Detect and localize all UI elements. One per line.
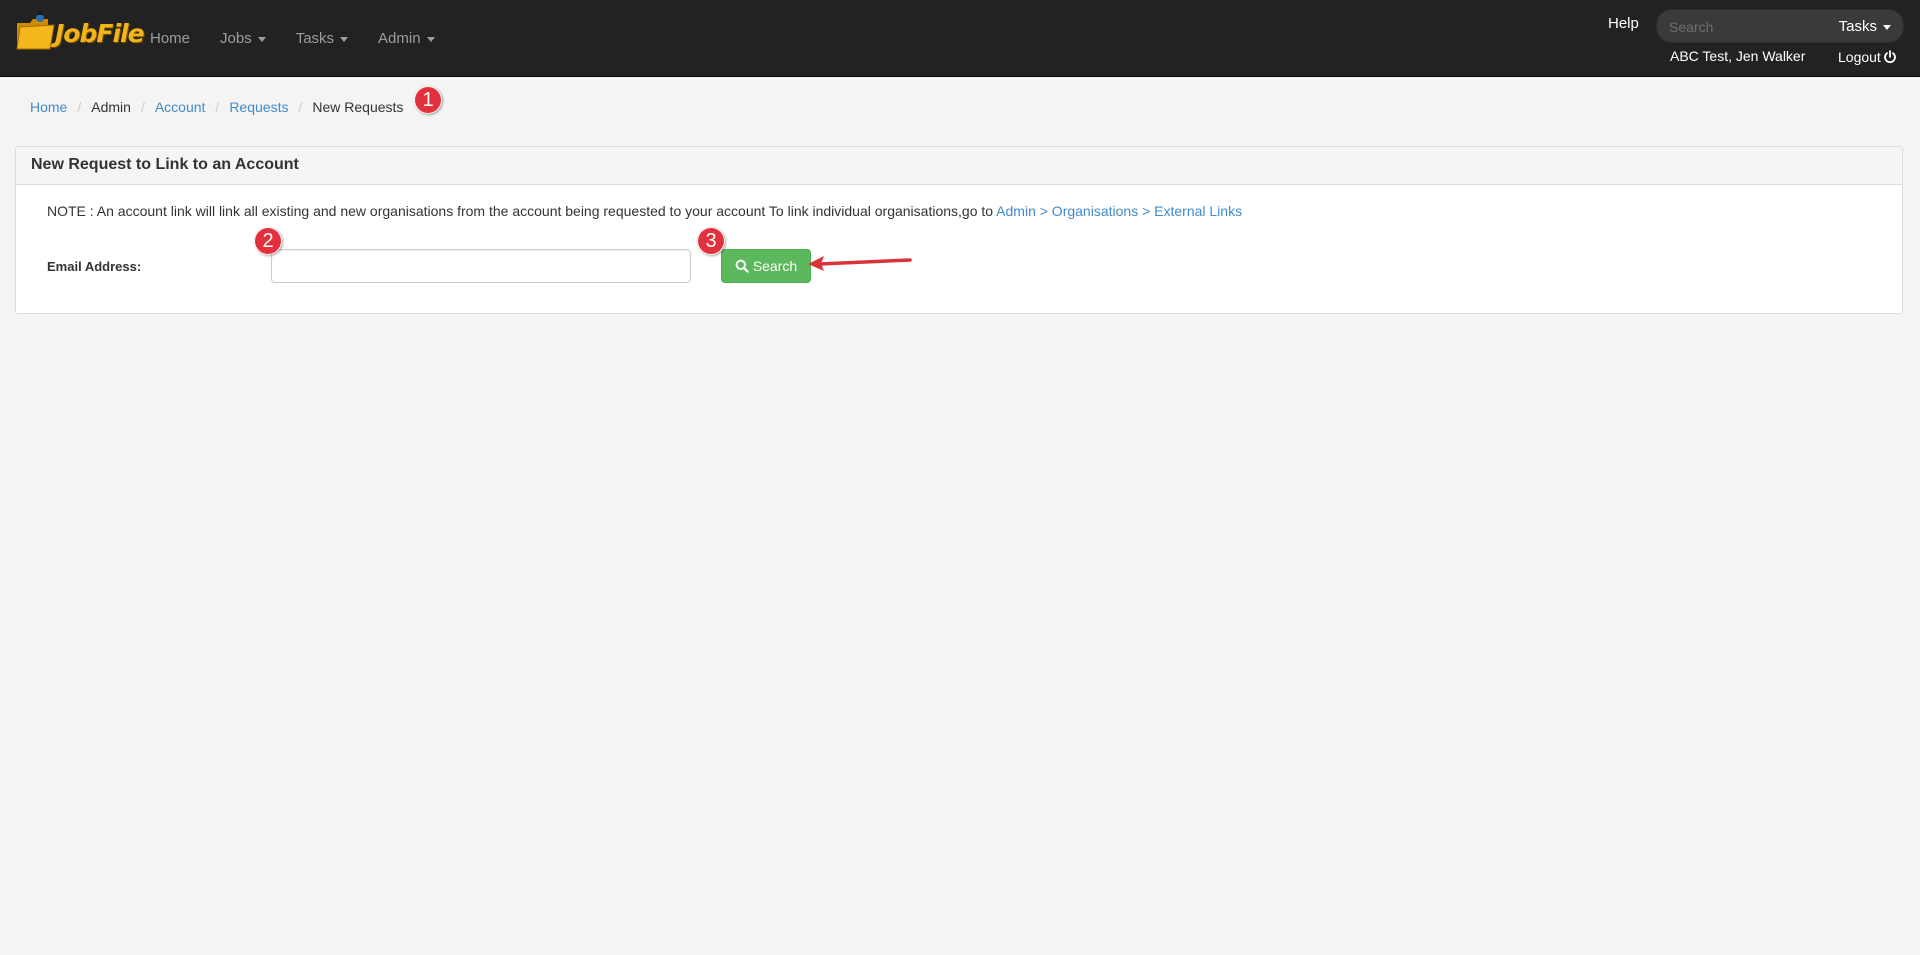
caret-down-icon (340, 36, 349, 42)
search-scope-label: Tasks (1838, 18, 1877, 35)
nav-jobs-label: Jobs (220, 29, 252, 47)
search-icon (735, 259, 749, 273)
breadcrumb-account[interactable]: Account (155, 99, 206, 115)
nav-home[interactable]: Home (150, 30, 190, 47)
breadcrumb-separator: / (140, 99, 145, 115)
breadcrumb-separator: / (215, 99, 220, 115)
caret-down-icon (1883, 25, 1891, 30)
main-nav: Home Jobs Tasks Admin (150, 0, 465, 76)
nav-tasks-label: Tasks (295, 29, 335, 47)
breadcrumb-separator: / (77, 99, 82, 115)
breadcrumb-new-requests: New Requests (312, 99, 404, 115)
new-request-panel: New Request to Link to an Account NOTE :… (15, 146, 1903, 314)
nav-tasks[interactable]: Tasks (295, 29, 349, 47)
navbar-search: Tasks (1656, 9, 1904, 44)
nav-admin[interactable]: Admin (378, 30, 435, 47)
brand-text: JobFile (55, 19, 145, 48)
panel-title: New Request to Link to an Account (16, 147, 1902, 185)
email-address-label: Email Address: (47, 259, 142, 274)
nav-admin-label: Admin (378, 29, 421, 47)
current-user: ABC Test, Jen Walker (1670, 48, 1806, 64)
breadcrumb-requests[interactable]: Requests (229, 99, 288, 115)
caret-down-icon (257, 36, 266, 42)
breadcrumb-admin: Admin (91, 99, 131, 115)
annotation-badge-2: 2 (254, 227, 282, 255)
search-button[interactable]: Search (721, 249, 811, 283)
power-icon (1883, 50, 1896, 64)
navbar-search-input[interactable] (1667, 10, 1821, 44)
folder-logo-icon (16, 12, 55, 50)
help-link[interactable]: Help (1608, 15, 1639, 32)
annotation-badge-1: 1 (414, 86, 442, 114)
email-address-input[interactable] (271, 249, 691, 283)
search-scope-dropdown[interactable]: Tasks (1839, 18, 1891, 35)
search-button-label: Search (752, 258, 798, 274)
logout-link[interactable]: Logout (1838, 49, 1897, 65)
external-links-link[interactable]: Admin > Organisations > External Links (996, 203, 1242, 219)
top-navbar: JobFile Home Jobs Tasks Admin Help Tasks… (0, 0, 1920, 77)
nav-home-label: Home (150, 29, 191, 47)
note-body: NOTE : An account link will link all exi… (47, 203, 997, 219)
note-text: NOTE : An account link will link all exi… (47, 201, 1252, 221)
caret-down-icon (426, 36, 435, 42)
breadcrumb-separator: / (298, 99, 303, 115)
nav-jobs[interactable]: Jobs (220, 30, 266, 47)
breadcrumb: Home / Admin / Account / Requests / New … (30, 99, 403, 115)
logout-label: Logout (1838, 49, 1881, 65)
brand-logo[interactable]: JobFile (14, 9, 145, 59)
annotation-arrow (808, 256, 912, 271)
annotation-badge-3: 3 (697, 227, 725, 255)
breadcrumb-home[interactable]: Home (30, 99, 67, 115)
